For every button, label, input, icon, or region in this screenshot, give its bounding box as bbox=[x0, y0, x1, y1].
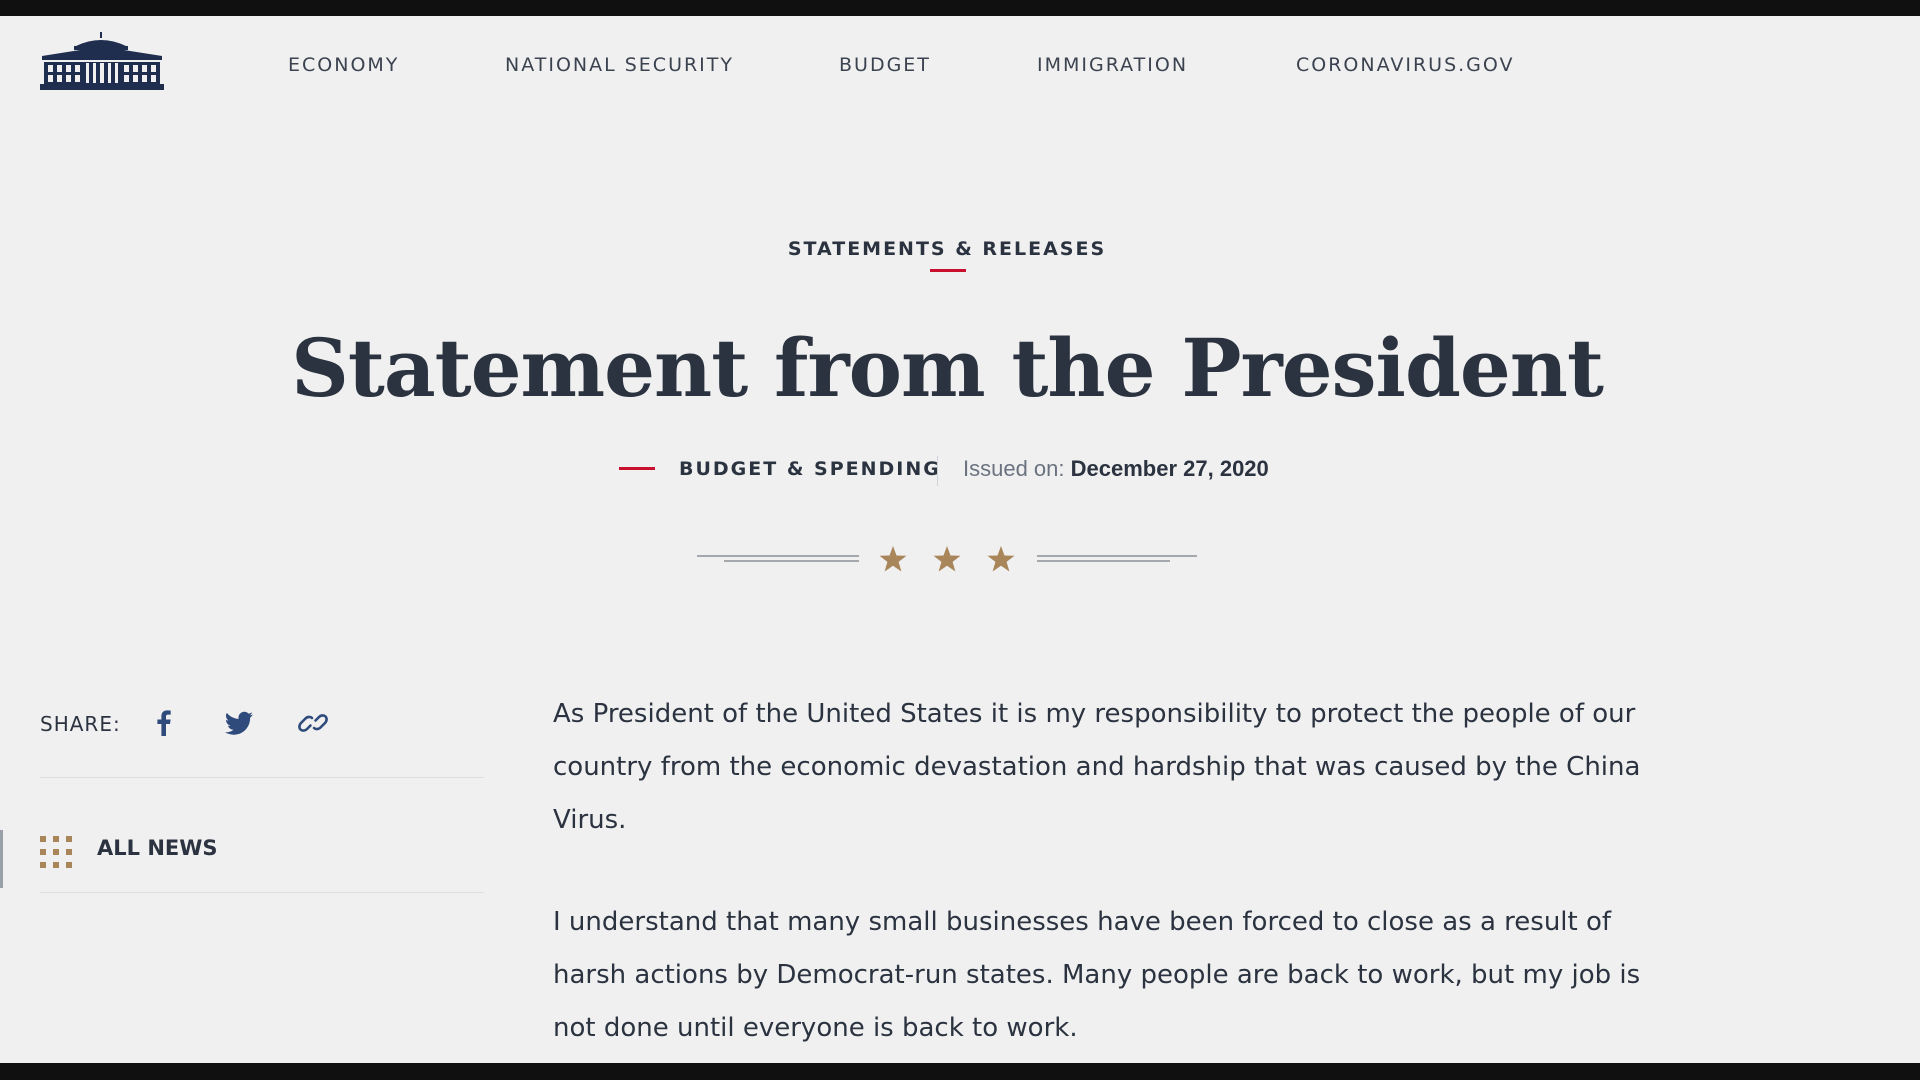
nav-item-economy[interactable]: ECONOMY bbox=[288, 54, 399, 76]
category-dash bbox=[619, 467, 655, 470]
link-icon[interactable] bbox=[296, 706, 330, 740]
page-title: Statement from the President bbox=[291, 321, 1604, 415]
nav-item-national-security[interactable]: NATIONAL SECURITY bbox=[505, 54, 734, 76]
share-label: SHARE: bbox=[40, 712, 121, 736]
nav-item-coronavirus-gov[interactable]: CORONAVIRUS.GOV bbox=[1296, 54, 1515, 76]
meta-separator bbox=[937, 456, 938, 486]
all-news-active-marker bbox=[0, 830, 3, 888]
nav-item-immigration[interactable]: IMMIGRATION bbox=[1037, 54, 1188, 76]
nav-item-budget[interactable]: BUDGET bbox=[839, 54, 931, 76]
video-frame-bottom-bar bbox=[0, 1063, 1920, 1080]
white-house-logo-icon[interactable] bbox=[40, 32, 164, 90]
video-frame-top-bar bbox=[0, 0, 1920, 16]
issued-label: Issued on: bbox=[963, 456, 1071, 481]
web-page: ECONOMY NATIONAL SECURITY BUDGET IMMIGRA… bbox=[0, 16, 1920, 1063]
twitter-icon[interactable] bbox=[222, 706, 256, 740]
grid-icon bbox=[40, 836, 72, 868]
sidebar-divider bbox=[40, 777, 484, 778]
all-news-link[interactable]: ALL NEWS bbox=[97, 836, 218, 860]
article-paragraph: As President of the United States it is … bbox=[553, 699, 1641, 835]
article-paragraph: I understand that many small businesses … bbox=[553, 907, 1641, 1043]
article-eyebrow-link[interactable]: STATEMENTS & RELEASES bbox=[0, 238, 1894, 260]
issued-on: Issued on: December 27, 2020 bbox=[963, 456, 1269, 482]
issued-date: December 27, 2020 bbox=[1070, 456, 1269, 481]
eyebrow-underline bbox=[930, 269, 966, 272]
sidebar-divider bbox=[40, 892, 484, 893]
facebook-icon[interactable] bbox=[147, 706, 181, 740]
star-divider-icon bbox=[697, 546, 1197, 572]
category-link[interactable]: BUDGET & SPENDING bbox=[679, 458, 941, 480]
